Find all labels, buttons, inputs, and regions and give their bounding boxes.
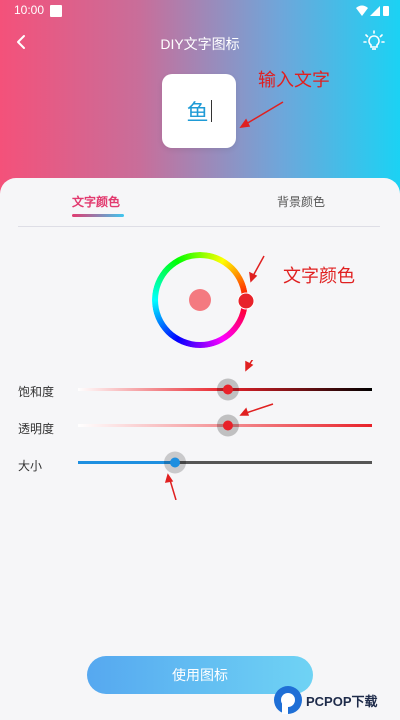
annotation-arrows-top: [239, 101, 284, 283]
size-slider[interactable]: [78, 451, 372, 474]
saturation-slider[interactable]: [78, 378, 372, 401]
opacity-slider-thumb: [222, 420, 233, 431]
size-slider-thumb: [170, 457, 181, 468]
pcpop-logo-icon: [274, 686, 302, 714]
watermark: PCPOP下载: [272, 683, 396, 717]
opacity-slider[interactable]: [78, 414, 372, 437]
watermark-text: PCPOP下载: [306, 694, 378, 709]
saturation-slider-thumb: [222, 384, 233, 395]
sliders: [78, 360, 372, 500]
